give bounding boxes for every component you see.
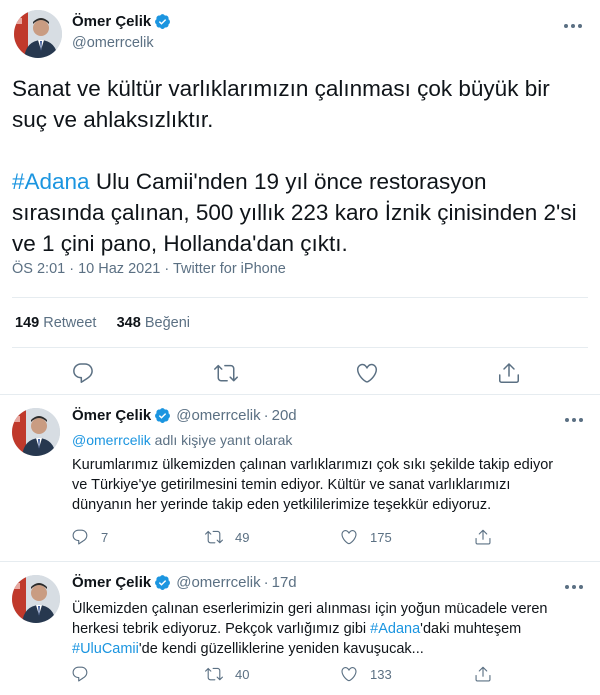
like-label: Beğeni — [144, 315, 190, 331]
share-action[interactable] — [474, 665, 504, 683]
verified-badge-icon — [155, 14, 171, 29]
like-count: 348 — [116, 315, 141, 331]
tweet-text-line: herkesi tebrik ediyoruz. Pekçok varlığım… — [72, 619, 592, 639]
divider — [12, 297, 588, 298]
tweet-actions — [0, 358, 600, 388]
reply-icon — [72, 666, 88, 682]
tweet-source[interactable]: Twitter for iPhone — [173, 261, 286, 277]
author-line: Ömer Çelik @omerrcelik · 17d — [72, 574, 297, 591]
reply-action[interactable] — [71, 665, 101, 683]
avatar[interactable] — [12, 408, 60, 456]
retweet-icon — [205, 530, 223, 544]
tweet-text-line: ve 1 çini pano, Hollanda'dan çıktı. — [12, 231, 348, 256]
share-icon[interactable] — [497, 361, 521, 385]
retweet-count: 49 — [235, 529, 250, 545]
tweet-date[interactable]: 10 Haz 2021 — [78, 261, 160, 277]
more-options-icon[interactable] — [565, 580, 583, 594]
retweet-label: Retweet — [43, 315, 97, 331]
avatar[interactable] — [14, 10, 62, 58]
tweet-text: Kurumlarımız ülkemizden çalınan varlıkla… — [72, 455, 592, 515]
replying-to: @omerrcelik adlı kişiye yanıt olarak — [72, 432, 292, 448]
retweet-count: 40 — [235, 666, 250, 682]
retweet-icon[interactable] — [214, 361, 238, 385]
tweet-date[interactable]: 17d — [272, 574, 297, 591]
author-handle[interactable]: @omerrcelik — [72, 35, 154, 51]
tweet-text-line: #Adana Ulu Camii'nden 19 yıl önce restor… — [12, 166, 592, 197]
like-count: 175 — [370, 529, 392, 545]
author-handle[interactable]: @omerrcelik — [176, 574, 260, 591]
like-icon[interactable] — [355, 361, 379, 385]
retweet-action[interactable]: 49 — [205, 528, 249, 546]
like-stat[interactable]: 348 Beğeni — [117, 315, 190, 331]
reply-action[interactable]: 7 — [71, 528, 108, 546]
author-name[interactable]: Ömer Çelik — [72, 574, 151, 591]
hashtag-link[interactable]: #UluCamii — [72, 641, 139, 657]
tweet-text-line: ve Türkiye'ye getirilmesini temin ediyor… — [72, 477, 511, 493]
divider — [12, 347, 588, 348]
tweet-text: Ülkemizden çalınan eserlerimizin geri al… — [72, 599, 592, 659]
avatar-image — [12, 575, 60, 623]
author-line: Ömer Çelik — [72, 13, 171, 30]
like-icon — [341, 667, 357, 682]
mention-link[interactable]: @omerrcelik — [72, 432, 151, 448]
author-name[interactable]: Ömer Çelik — [72, 13, 151, 30]
tweet-text-segment: herkesi tebrik ediyoruz. Pekçok varlığım… — [72, 621, 371, 637]
tweet-text-segment: Ulu Camii'nden 19 yıl önce restorasyon — [89, 169, 487, 194]
tweet-actions: 40 133 — [0, 665, 600, 685]
tweet-text: Sanat ve kültür varlıklarımızın çalınmas… — [12, 73, 592, 259]
like-icon — [341, 530, 357, 545]
like-count: 133 — [370, 666, 392, 682]
tweet-meta: ÖS 2:01 · 10 Haz 2021 · Twitter for iPho… — [12, 261, 286, 277]
retweet-count: 149 — [15, 315, 40, 331]
replying-label: adlı kişiye yanıt olarak — [150, 432, 293, 448]
tweet-text-line: Sanat ve kültür varlıklarımızın çalınmas… — [12, 76, 550, 101]
author-line: Ömer Çelik @omerrcelik · 20d — [72, 407, 297, 424]
like-action[interactable]: 175 — [340, 528, 392, 546]
main-tweet: Ömer Çelik @omerrcelik Sanat ve kültür v… — [0, 0, 600, 395]
more-options-icon[interactable] — [564, 19, 582, 33]
meta-separator: · — [69, 261, 75, 277]
tweet-text-line: Kurumlarımız ülkemizden çalınan varlıkla… — [72, 457, 554, 473]
tweet-text-line: dünyanın her yerinde takip eden yetkilil… — [72, 497, 492, 513]
reply-tweet[interactable]: Ömer Çelik @omerrcelik · 20d @omerrcelik… — [0, 396, 600, 562]
author-name[interactable]: Ömer Çelik — [72, 407, 151, 424]
tweet-time[interactable]: ÖS 2:01 — [12, 261, 65, 277]
meta-separator: · — [164, 261, 170, 277]
tweet-text-line: Ülkemizden çalınan eserlerimizin geri al… — [72, 601, 548, 617]
avatar[interactable] — [12, 575, 60, 623]
hashtag-link[interactable]: #Adana — [370, 621, 420, 637]
share-icon — [475, 666, 491, 682]
verified-badge-icon — [155, 575, 171, 590]
tweet-text-line: suç ve ahlaksızlıktır. — [12, 107, 214, 132]
tweet-text-line: sırasında çalınan, 500 yıllık 223 karo İ… — [12, 200, 577, 225]
avatar-image — [14, 10, 62, 58]
like-action[interactable]: 133 — [340, 665, 392, 683]
retweet-action[interactable]: 40 — [205, 665, 249, 683]
hashtag-link[interactable]: #Adana — [12, 169, 90, 194]
author-handle[interactable]: @omerrcelik — [176, 407, 260, 424]
meta-separator: · — [263, 574, 269, 591]
tweet-actions: 7 49 175 — [0, 528, 600, 548]
retweet-stat[interactable]: 149 Retweet — [15, 315, 96, 331]
reply-count: 7 — [101, 529, 109, 545]
reply-tweet[interactable]: Ömer Çelik @omerrcelik · 17d Ülkemizden … — [0, 563, 600, 695]
tweet-date[interactable]: 20d — [272, 407, 297, 424]
more-options-icon[interactable] — [565, 413, 583, 427]
reply-icon — [72, 529, 88, 545]
reply-icon[interactable] — [71, 361, 95, 385]
share-icon — [475, 529, 491, 545]
verified-badge-icon — [155, 408, 171, 423]
share-action[interactable] — [474, 528, 504, 546]
avatar-image — [12, 408, 60, 456]
retweet-icon — [205, 667, 223, 681]
tweet-text-segment: 'daki muhteşem — [420, 621, 522, 637]
tweet-text-line: #UluCamii'de kendi güzelliklerine yenide… — [72, 639, 592, 659]
tweet-text-segment: 'de kendi güzelliklerine yeniden kavuşuc… — [138, 641, 424, 657]
meta-separator: · — [263, 407, 269, 424]
tweet-stats: 149 Retweet 348 Beğeni — [15, 315, 190, 331]
